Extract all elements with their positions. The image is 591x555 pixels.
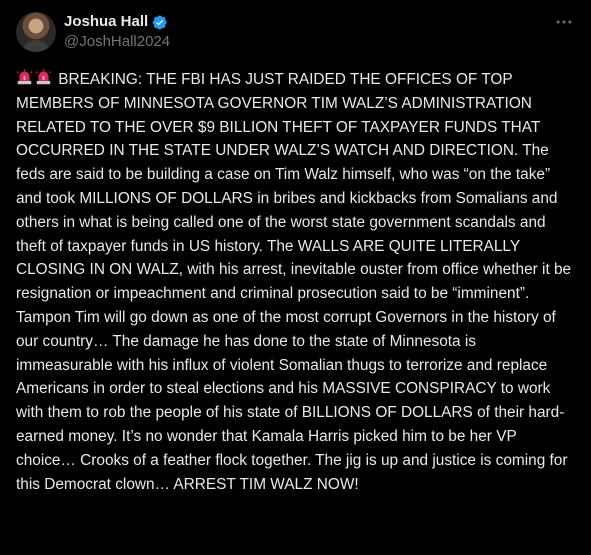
name-row: Joshua Hall	[64, 12, 170, 32]
post-body: BREAKING: THE FBI HAS JUST RAIDED THE OF…	[16, 68, 575, 496]
author-display-name[interactable]: Joshua Hall	[64, 12, 148, 32]
siren-icon	[35, 69, 52, 86]
post-text: BREAKING: THE FBI HAS JUST RAIDED THE OF…	[16, 71, 576, 493]
author-handle[interactable]: @JoshHall2024	[64, 32, 170, 52]
more-options-icon[interactable]	[553, 11, 575, 33]
siren-icon	[16, 69, 33, 86]
post: Joshua Hall @JoshHall2024 BREAKING: THE …	[0, 0, 591, 555]
verified-badge-icon[interactable]	[151, 14, 168, 31]
avatar[interactable]	[16, 12, 56, 52]
author-info: Joshua Hall @JoshHall2024	[64, 12, 170, 52]
post-header: Joshua Hall @JoshHall2024	[16, 10, 575, 54]
